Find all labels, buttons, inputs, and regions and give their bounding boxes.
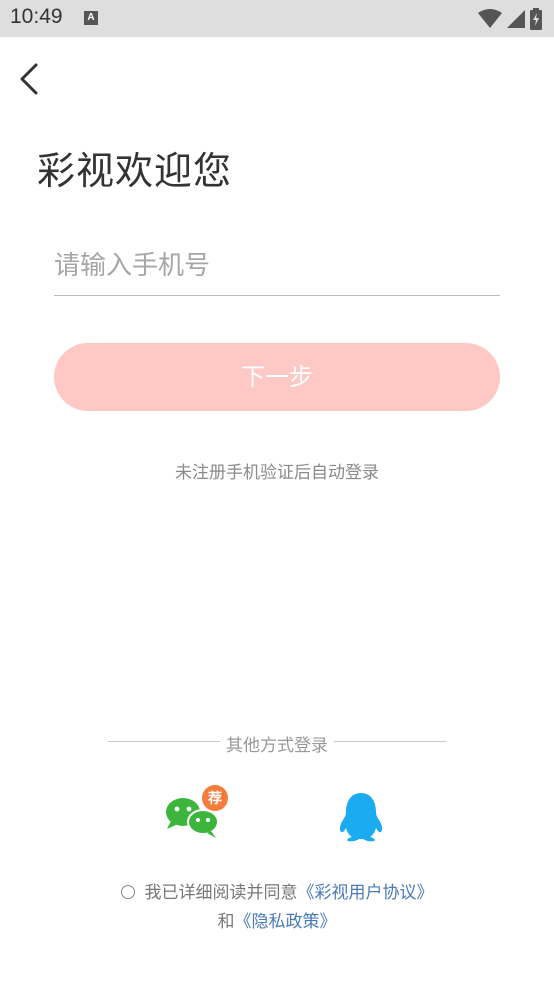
agree-radio[interactable] [120, 885, 135, 899]
battery-icon [530, 8, 542, 30]
signal-icon [507, 10, 525, 28]
agreement-line-1: 我已详细阅读并同意《彩视用户协议》 [0, 878, 554, 903]
user-agreement-link[interactable]: 《彩视用户协议》 [298, 883, 434, 903]
next-step-button[interactable]: 下一步 [54, 343, 500, 411]
auto-login-hint: 未注册手机验证后自动登录 [175, 463, 379, 483]
wechat-recommend-badge: 荐 [208, 790, 222, 807]
status-icons [478, 8, 542, 30]
back-button[interactable] [14, 60, 50, 100]
privacy-policy-link[interactable]: 《隐私政策》 [235, 912, 337, 932]
back-arrow-icon [20, 63, 38, 95]
qq-login-button[interactable] [336, 790, 386, 842]
status-time: 10:49 [10, 5, 63, 28]
phone-number-input[interactable] [54, 236, 500, 296]
page-title: 彩视欢迎您 [37, 149, 233, 193]
other-login-label: 其他方式登录 [226, 736, 328, 756]
notification-a-icon: A [84, 11, 98, 25]
wifi-icon [478, 9, 502, 28]
agreement-conjunction: 和 [217, 912, 235, 932]
qq-icon [339, 793, 383, 842]
agreement-prefix: 我已详细阅读并同意 [144, 883, 298, 903]
agreement-line-2: 和《隐私政策》 [0, 907, 554, 932]
status-bar: 10:49 A [0, 0, 554, 37]
wechat-login-button[interactable]: 荐 [163, 785, 231, 843]
wechat-icon: 荐 [166, 785, 228, 838]
